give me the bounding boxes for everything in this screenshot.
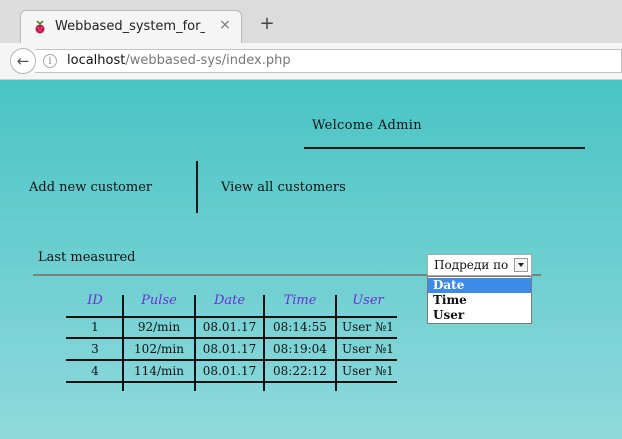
table-header-rule: [66, 316, 397, 318]
tab-title: Webbased_system_for_meas: [55, 19, 205, 34]
sort-dropdown: Date Time User: [427, 276, 532, 324]
table-cell: User №1: [342, 320, 394, 334]
url-host: localhost: [67, 53, 126, 68]
table-cell: 08:14:55: [273, 320, 327, 334]
table-cell: User №1: [342, 364, 394, 378]
raspberry-icon: [35, 20, 45, 34]
tab-strip: Webbased_system_for_meas × +: [0, 0, 622, 43]
sort-option-user[interactable]: User: [428, 308, 531, 323]
section-title: Last measured: [38, 250, 136, 265]
table-header-pulse: Pulse: [141, 293, 177, 308]
back-button[interactable]: ←: [10, 48, 36, 74]
welcome-text: Welcome Admin: [312, 118, 422, 133]
close-icon[interactable]: ×: [217, 17, 233, 33]
table-cell: 08:22:12: [273, 364, 327, 378]
address-bar[interactable]: i localhost/webbased-sys/index.php: [35, 49, 622, 73]
nav-divider: [196, 161, 198, 213]
table-header-user: User: [352, 293, 384, 308]
table-cell: 114/min: [134, 364, 184, 378]
add-customer-link[interactable]: Add new customer: [29, 180, 152, 195]
info-icon[interactable]: i: [43, 54, 57, 68]
table-row-rule: [66, 359, 397, 361]
sort-select-value: Подреди по: [434, 258, 509, 272]
table-cell: 08:19:04: [273, 342, 327, 356]
table-cell: 92/min: [137, 320, 181, 334]
table-header-date: Date: [213, 293, 246, 308]
new-tab-icon[interactable]: +: [257, 13, 277, 34]
page-content: Welcome Admin Add new customer View all …: [0, 80, 622, 439]
table-cell: 102/min: [134, 342, 184, 356]
table-cell: 08.01.17: [202, 364, 257, 378]
table-row-rule: [66, 381, 397, 383]
table-cell: User №1: [342, 342, 394, 356]
table-cell: 08.01.17: [202, 320, 257, 334]
welcome-underline: [304, 147, 585, 149]
table-cell: 3: [91, 342, 99, 356]
back-arrow-icon: ←: [16, 52, 30, 70]
table-header-id: ID: [87, 293, 103, 308]
view-customers-link[interactable]: View all customers: [221, 180, 346, 195]
table-cell: 4: [91, 364, 99, 378]
browser-tab[interactable]: Webbased_system_for_meas ×: [20, 10, 242, 43]
url-text: localhost/webbased-sys/index.php: [67, 53, 291, 68]
table-row-rule: [66, 337, 397, 339]
chevron-down-icon[interactable]: [514, 258, 528, 272]
table-cell: 08.01.17: [202, 342, 257, 356]
sort-option-time[interactable]: Time: [428, 293, 531, 308]
table-header-time: Time: [283, 293, 317, 308]
sort-option-date[interactable]: Date: [428, 278, 531, 293]
navigation-bar: i localhost/webbased-sys/index.php ←: [0, 43, 622, 80]
url-path: /webbased-sys/index.php: [125, 53, 291, 68]
sort-select[interactable]: Подреди по: [427, 254, 532, 276]
table-cell: 1: [91, 320, 99, 334]
